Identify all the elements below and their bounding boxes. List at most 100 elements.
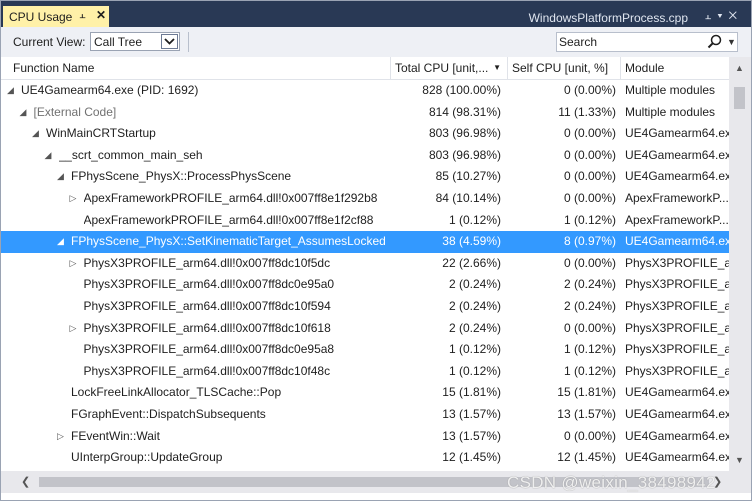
- column-module[interactable]: Module: [621, 57, 729, 79]
- total-cpu-cell: 814 (98.31%): [428, 104, 501, 119]
- total-cpu-cell: 15 (1.81%): [442, 385, 501, 400]
- current-view-label: Current View:: [13, 35, 86, 49]
- table-row[interactable]: UInterpGroup::UpdateGroup 12 (1.45%) 12 (1…: [1, 447, 729, 469]
- collapse-arrow-icon[interactable]: ◢: [20, 102, 30, 124]
- column-self-cpu[interactable]: Self CPU [unit, %]: [508, 57, 621, 79]
- total-cpu-cell: 1 (0.12%): [448, 363, 501, 378]
- table-row[interactable]: LockFreeLinkAllocator_TLSCache::Pop 15 (1…: [1, 382, 729, 404]
- module-cell: PhysX3PROFILE_ar...: [625, 255, 729, 270]
- total-cpu-cell: 2 (0.24%): [448, 320, 501, 335]
- total-cpu-cell: 84 (10.14%): [435, 191, 501, 205]
- scroll-left-icon[interactable]: ❮: [21, 475, 30, 488]
- call-tree-grid: Function Name Total CPU [unit,... ▼ Self…: [1, 57, 729, 471]
- table-row[interactable]: ◢ FPhysScene_PhysX::ProcessPhysScene 85 (1…: [1, 166, 729, 188]
- collapse-arrow-icon[interactable]: ◢: [57, 166, 67, 188]
- self-cpu-cell: 0 (0.00%): [563, 428, 616, 443]
- pin-icon[interactable]: ⫠: [705, 10, 718, 22]
- expand-arrow-icon[interactable]: ▷: [70, 253, 80, 275]
- table-row[interactable]: ◢ [External Code] 814 (98.31%) 11 (1.33%) Mu…: [1, 102, 729, 124]
- chevron-down-icon[interactable]: [161, 34, 178, 49]
- table-row[interactable]: ▷ ApexFrameworkPROFILE_arm64.dll!0x007ff8…: [1, 188, 729, 210]
- module-cell: UE4Gamearm64.exe: [625, 407, 729, 421]
- table-row[interactable]: FGraphEvent::DispatchSubsequents 13 (1.57…: [1, 404, 729, 426]
- function-name-cell: UE4Gamearm64.exe (PID: 1692): [21, 83, 199, 97]
- table-row[interactable]: ◢ __scrt_common_main_seh 803 (96.98%) 0 (0.…: [1, 145, 730, 167]
- table-row[interactable]: ▷ FEventWin::Wait 13 (1.57%) 0 (0.00%) UE4Ga…: [1, 426, 729, 448]
- expand-arrow-icon[interactable]: ▷: [70, 318, 80, 340]
- total-cpu-cell: 1 (0.12%): [448, 212, 501, 227]
- function-name-cell: ApexFrameworkPROFILE_arm64.dll!0x007ff8e…: [83, 212, 374, 227]
- function-name-cell: FPhysScene_PhysX::ProcessPhysScene: [71, 169, 292, 184]
- close-icon[interactable]: ✕: [729, 10, 743, 22]
- pin-icon[interactable]: ⫠: [79, 9, 86, 22]
- table-row[interactable]: ◢ FPhysScene_PhysX::SetKinematicTarget_As…: [1, 231, 729, 253]
- scroll-down-icon[interactable]: ▼: [735, 455, 744, 465]
- search-icon[interactable]: [705, 33, 725, 51]
- self-cpu-cell: 0 (0.00%): [563, 126, 616, 141]
- function-name-cell: PhysX3PROFILE_arm64.dll!0x007ff8dc0e95a0: [83, 277, 335, 292]
- scrollbar-corner: [729, 471, 751, 493]
- scroll-up-icon[interactable]: ▲: [735, 63, 744, 73]
- total-cpu-cell: 828 (100.00%): [422, 83, 501, 97]
- column-function-name[interactable]: Function Name: [1, 57, 391, 79]
- table-row[interactable]: ◢ WinMainCRTStartup 803 (96.98%) 0 (0.00%) U…: [1, 123, 729, 145]
- self-cpu-cell: 11 (1.33%): [558, 104, 616, 119]
- function-name-cell: FEventWin::Wait: [71, 428, 160, 443]
- vertical-scroll-thumb[interactable]: [734, 87, 745, 109]
- self-cpu-cell: 12 (1.45%): [557, 450, 616, 465]
- toolbar-separator: [188, 32, 189, 52]
- total-cpu-cell: 2 (0.24%): [448, 299, 501, 313]
- total-cpu-cell: 85 (10.27%): [435, 169, 501, 184]
- function-name-cell: PhysX3PROFILE_arm64.dll!0x007ff8dc10f48c: [83, 363, 331, 378]
- table-row[interactable]: ApexFrameworkPROFILE_arm64.dll!0x007ff8e…: [1, 210, 729, 232]
- module-cell: UE4Gamearm64.exe: [625, 450, 729, 465]
- self-cpu-cell: 0 (0.00%): [563, 191, 616, 205]
- toolbar: Current View: Call Tree ▼: [1, 27, 751, 58]
- column-header-row: Function Name Total CPU [unit,... ▼ Self…: [1, 57, 729, 80]
- table-row[interactable]: ▷ PhysX3PROFILE_arm64.dll!0x007ff8dc10f61…: [1, 318, 730, 340]
- self-cpu-cell: 2 (0.24%): [563, 299, 616, 313]
- expand-arrow-icon[interactable]: ▷: [57, 426, 67, 448]
- collapse-arrow-icon[interactable]: ◢: [45, 145, 55, 167]
- collapse-arrow-icon[interactable]: ◢: [32, 123, 42, 145]
- current-view-select[interactable]: Call Tree: [90, 32, 180, 51]
- module-cell: UE4Gamearm64.exe: [625, 169, 729, 184]
- search-options-icon[interactable]: ▼: [727, 37, 736, 47]
- function-name-cell: PhysX3PROFILE_arm64.dll!0x007ff8dc10f618: [83, 320, 331, 335]
- self-cpu-cell: 1 (0.12%): [563, 212, 616, 227]
- tab-file[interactable]: WindowsPlatformProcess.cpp: [529, 11, 688, 25]
- cpu-usage-window: CPU Usage ⫠ ✕ WindowsPlatformProcess.cpp…: [0, 0, 752, 501]
- tab-cpu-usage[interactable]: CPU Usage ⫠ ✕: [3, 6, 109, 27]
- function-name-cell: WinMainCRTStartup: [46, 126, 156, 141]
- function-name-cell: PhysX3PROFILE_arm64.dll!0x007ff8dc0e95a8: [83, 342, 335, 357]
- module-cell: PhysX3PROFILE_ar...: [625, 363, 729, 378]
- vertical-scrollbar[interactable]: ▲ ▼: [729, 57, 751, 471]
- current-view-value: Call Tree: [94, 35, 143, 49]
- module-cell: UE4Gamearm64.exe: [625, 428, 729, 443]
- self-cpu-cell: 15 (1.81%): [557, 385, 616, 400]
- module-cell: UE4Gamearm64.exe: [625, 126, 729, 141]
- column-total-cpu[interactable]: Total CPU [unit,... ▼: [391, 57, 508, 79]
- function-name-cell: UInterpGroup::UpdateGroup: [71, 450, 223, 465]
- function-name-cell: __scrt_common_main_seh: [58, 147, 203, 162]
- table-row[interactable]: PhysX3PROFILE_arm64.dll!0x007ff8dc10f594…: [1, 296, 730, 318]
- expand-arrow-icon[interactable]: ▷: [70, 188, 80, 210]
- search-input[interactable]: [559, 34, 699, 50]
- total-cpu-cell: 22 (2.66%): [442, 255, 501, 270]
- table-row[interactable]: PhysX3PROFILE_arm64.dll!0x007ff8dc10f48c…: [1, 361, 730, 383]
- self-cpu-cell: 8 (0.97%): [563, 234, 616, 249]
- close-icon[interactable]: ✕: [96, 8, 106, 22]
- total-cpu-cell: 13 (1.57%): [442, 428, 501, 443]
- search-box[interactable]: ▼: [556, 32, 738, 52]
- dropdown-icon[interactable]: ▾: [717, 10, 728, 22]
- collapse-arrow-icon[interactable]: ◢: [7, 80, 17, 102]
- table-row[interactable]: PhysX3PROFILE_arm64.dll!0x007ff8dc0e95a0…: [1, 274, 730, 296]
- title-bar: CPU Usage ⫠ ✕ WindowsPlatformProcess.cpp…: [1, 1, 751, 27]
- collapse-arrow-icon[interactable]: ◢: [57, 231, 67, 253]
- table-row[interactable]: ◢ UE4Gamearm64.exe (PID: 1692) 828 (100.00…: [1, 80, 729, 102]
- table-row[interactable]: ▷ PhysX3PROFILE_arm64.dll!0x007ff8dc10f5d…: [1, 253, 730, 275]
- module-cell: Multiple modules: [625, 104, 716, 119]
- table-row[interactable]: PhysX3PROFILE_arm64.dll!0x007ff8dc0e95a8…: [1, 339, 730, 361]
- self-cpu-cell: 2 (0.24%): [563, 277, 616, 292]
- total-cpu-cell: 803 (96.98%): [428, 126, 501, 141]
